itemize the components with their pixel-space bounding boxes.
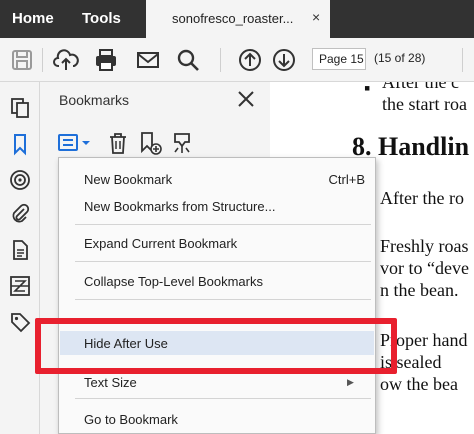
attachment-icon[interactable] (8, 202, 32, 226)
delete-icon[interactable] (105, 130, 131, 156)
close-panel-icon[interactable] (235, 88, 257, 110)
document-line: n the bean. (380, 280, 459, 300)
content-structure-icon[interactable] (8, 274, 32, 298)
toolbar-divider (220, 48, 221, 72)
document-tab-label: sonofresco_roaster... (172, 11, 294, 26)
bookmark-options-menu: New Bookmark Ctrl+B New Bookmarks from S… (58, 157, 376, 434)
close-tab-icon[interactable]: × (312, 9, 320, 25)
document-line: After the ro (380, 188, 464, 208)
menu-item-expand-current-bookmark[interactable]: Expand Current Bookmark (84, 236, 237, 251)
document-line: ow the bea (380, 374, 458, 394)
layers-target-icon[interactable] (8, 168, 32, 192)
tab-tools[interactable]: Tools (82, 0, 121, 38)
toolbar-divider (462, 48, 463, 72)
document-line: vor to “deve (380, 258, 469, 278)
menu-separator (75, 299, 371, 300)
new-bookmark-icon[interactable] (137, 130, 163, 156)
save-icon[interactable] (8, 46, 36, 74)
tab-home[interactable]: Home (12, 0, 54, 38)
bookmark-icon[interactable] (8, 132, 32, 156)
menu-item-text-size[interactable]: Text Size (84, 375, 137, 390)
next-page-icon[interactable] (270, 46, 298, 74)
page-number-input[interactable]: Page 15 (312, 48, 366, 70)
menu-separator (75, 261, 371, 262)
toolbar-divider (42, 48, 43, 72)
print-icon[interactable] (92, 46, 120, 74)
document-bullet: ▪ (364, 82, 371, 98)
page-count: (15 of 28) (374, 51, 426, 65)
tab-document[interactable]: sonofresco_roaster... × (146, 0, 330, 38)
bookmark-tag-icon[interactable] (169, 130, 195, 156)
previous-page-icon[interactable] (236, 46, 264, 74)
document-line: After the c (382, 82, 459, 92)
menu-item-go-to-bookmark[interactable]: Go to Bookmark (84, 412, 178, 427)
bookmarks-panel-title: Bookmarks (59, 92, 130, 108)
page-thumbnails-icon[interactable] (8, 96, 32, 120)
document-line: Freshly roas (380, 236, 469, 256)
submenu-arrow-icon: ▶ (347, 377, 354, 387)
menu-item-new-bookmarks-from-structure[interactable]: New Bookmarks from Structure... (84, 199, 275, 214)
document-line: the start roa (382, 94, 467, 114)
menu-item-collapse-top-level-bookmarks[interactable]: Collapse Top-Level Bookmarks (84, 274, 263, 289)
menu-item-new-bookmark[interactable]: New Bookmark (84, 172, 172, 187)
highlight-annotation-box (35, 318, 397, 374)
mail-icon[interactable] (134, 46, 162, 74)
bookmark-options-icon[interactable] (57, 130, 93, 156)
document-properties-icon[interactable] (8, 238, 32, 262)
menu-shortcut: Ctrl+B (328, 172, 365, 187)
menu-separator (75, 398, 371, 399)
cloud-upload-icon[interactable] (52, 46, 80, 74)
tab-bar: Home Tools sonofresco_roaster... × (0, 0, 474, 38)
tag-icon[interactable] (8, 310, 32, 334)
search-icon[interactable] (174, 46, 202, 74)
menu-separator (75, 224, 371, 225)
left-nav-pane (0, 82, 40, 434)
